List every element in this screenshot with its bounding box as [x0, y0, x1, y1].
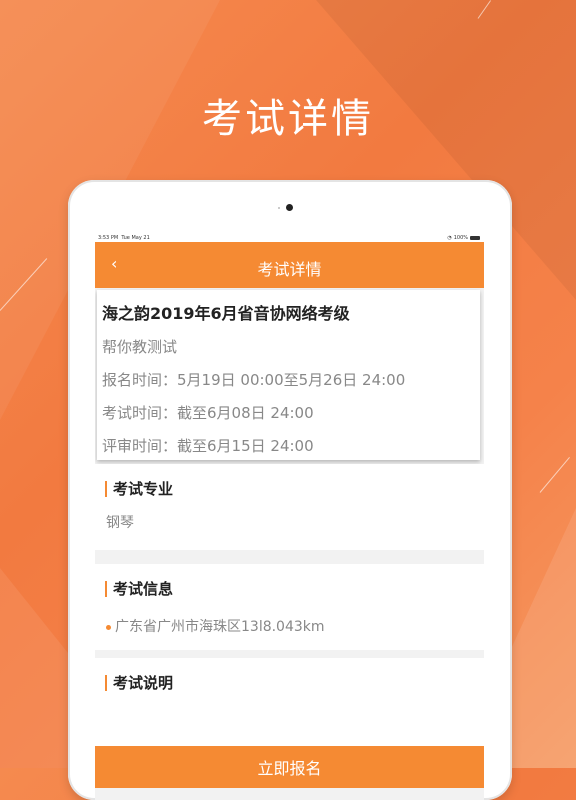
sensor-dot: [278, 207, 280, 209]
section-title-major: 考试专业: [113, 480, 174, 498]
bg-line: [477, 0, 492, 19]
battery-percent: 100%: [453, 235, 468, 241]
accent-bar: [105, 480, 107, 497]
wifi-icon: ◔: [447, 235, 452, 241]
location-pin-icon: [106, 624, 111, 630]
signup-button[interactable]: 立即报名: [95, 746, 484, 788]
navigation-bar: ‹ 考试详情: [95, 242, 484, 288]
section-notes: 考试说明: [95, 658, 484, 758]
location-text: 广东省广州市海珠区13l8.043km: [115, 619, 325, 635]
section-title-notes: 考试说明: [113, 674, 174, 692]
exam-summary-card: 海之韵2019年6月省音协网络考级 帮你教测试 报名时间：5月19日 00:00…: [97, 290, 480, 460]
section-info: 考试信息 广东省广州市海珠区13l8.043km: [95, 564, 484, 650]
section-title-info: 考试信息: [113, 580, 174, 598]
bg-line: [539, 456, 570, 493]
status-right: ◔ 100%: [447, 235, 480, 241]
tablet-frame: 3:53 PM Tue May 21 ◔ 100% ‹ 考试详情 海之韵2019…: [68, 180, 512, 800]
exam-name: 海之韵2019年6月省音协网络考级: [102, 304, 350, 323]
section-header: 考试信息: [105, 578, 173, 599]
exam-organizer: 帮你教测试: [102, 338, 178, 356]
section-major: 考试专业 钢琴: [95, 464, 484, 550]
nav-title: 考试详情: [257, 260, 322, 279]
major-value: 钢琴: [106, 515, 134, 531]
status-time: 3:53 PM Tue May 21: [98, 235, 150, 241]
bg-line: [0, 258, 48, 311]
status-bar: 3:53 PM Tue May 21 ◔ 100%: [95, 234, 484, 242]
camera-icon: [286, 204, 293, 211]
promo-title: 考试详情: [202, 96, 374, 142]
review-time: 评审时间：截至6月15日 24:00: [102, 437, 314, 455]
section-header: 考试说明: [105, 672, 173, 693]
battery-icon: [470, 236, 480, 240]
registration-time: 报名时间：5月19日 00:00至5月26日 24:00: [102, 371, 406, 389]
exam-time: 考试时间：截至6月08日 24:00: [102, 404, 314, 422]
app-screen: 3:53 PM Tue May 21 ◔ 100% ‹ 考试详情 海之韵2019…: [95, 234, 484, 800]
accent-bar: [105, 674, 107, 691]
section-header: 考试专业: [105, 478, 173, 499]
location-row[interactable]: 广东省广州市海珠区13l8.043km: [106, 616, 325, 636]
accent-bar: [105, 580, 107, 597]
